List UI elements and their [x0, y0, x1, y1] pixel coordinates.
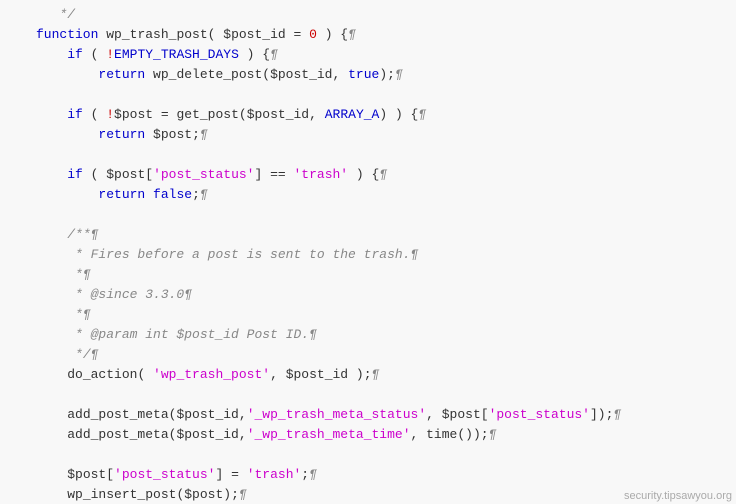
code-line: * @param int $post_id Post ID.¶: [0, 324, 736, 344]
code-line: * @since 3.3.0¶: [0, 284, 736, 304]
code-line: /**¶: [0, 224, 736, 244]
code-line: add_post_meta($post_id,'_wp_trash_meta_t…: [0, 424, 736, 444]
code-line: $post['post_status'] = 'trash';¶: [0, 464, 736, 484]
code-line: function wp_trash_post( $post_id = 0 ) {…: [0, 24, 736, 44]
code-line: *¶: [0, 264, 736, 284]
code-line: *¶: [0, 304, 736, 324]
code-line: add_post_meta($post_id,'_wp_trash_meta_s…: [0, 404, 736, 424]
code-line: * Fires before a post is sent to the tra…: [0, 244, 736, 264]
code-line: */: [0, 4, 736, 24]
code-line: return $post;¶: [0, 124, 736, 144]
code-line: if ( !EMPTY_TRASH_DAYS ) {¶: [0, 44, 736, 64]
code-line: return wp_delete_post($post_id, true);¶: [0, 64, 736, 84]
code-line: [0, 444, 736, 464]
code-line: [0, 144, 736, 164]
code-line: [0, 84, 736, 104]
code-line: do_action( 'wp_trash_post', $post_id );¶: [0, 364, 736, 384]
code-viewer: */ function wp_trash_post( $post_id = 0 …: [0, 0, 736, 504]
code-line: */¶: [0, 344, 736, 364]
code-line: [0, 204, 736, 224]
code-line: [0, 384, 736, 404]
watermark: security.tipsawyou.org: [624, 490, 732, 502]
code-line: return false;¶: [0, 184, 736, 204]
code-line: if ( !$post = get_post($post_id, ARRAY_A…: [0, 104, 736, 124]
code-line: if ( $post['post_status'] == 'trash' ) {…: [0, 164, 736, 184]
